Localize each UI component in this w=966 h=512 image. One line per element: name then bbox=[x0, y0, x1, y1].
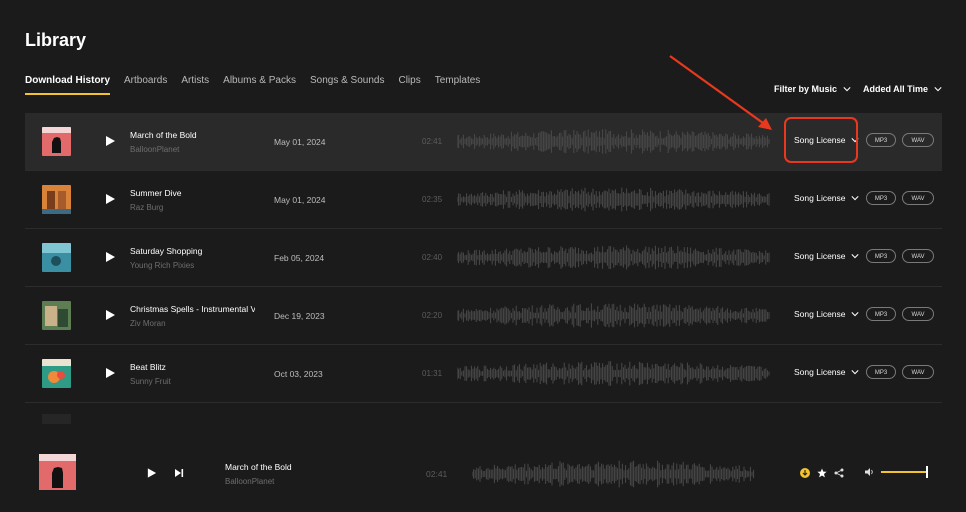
play-icon[interactable] bbox=[104, 251, 116, 263]
mp3-download-button[interactable]: MP3 bbox=[866, 191, 896, 205]
volume-icon[interactable] bbox=[864, 467, 875, 477]
track-duration: 02:41 bbox=[422, 137, 443, 146]
play-icon[interactable] bbox=[104, 135, 116, 147]
tab-download-history[interactable]: Download History bbox=[25, 75, 111, 95]
waveform[interactable] bbox=[457, 302, 771, 329]
next-row-fade bbox=[42, 414, 71, 424]
track-artist[interactable]: Ziv Moran bbox=[130, 319, 255, 328]
song-license-dropdown[interactable]: Song License bbox=[794, 309, 859, 319]
track-duration: 02:20 bbox=[422, 311, 443, 320]
player-track-title[interactable]: March of the Bold bbox=[225, 462, 292, 472]
wav-download-button[interactable]: WAV bbox=[902, 133, 934, 147]
added-time-label: Added All Time bbox=[862, 84, 928, 94]
audio-player-bar: March of the Bold BalloonPlanet 02:41 bbox=[0, 440, 966, 512]
wav-download-button[interactable]: WAV bbox=[902, 249, 934, 263]
player-waveform[interactable] bbox=[472, 459, 756, 489]
annotation-highlight-box bbox=[784, 117, 858, 163]
track-row[interactable]: Beat Blitz Sunny Fruit Oct 03, 2023 01:3… bbox=[25, 345, 942, 403]
track-row[interactable]: Christmas Spells - Instrumental V Ziv Mo… bbox=[25, 287, 942, 345]
tab-albums-packs[interactable]: Albums & Packs bbox=[223, 75, 296, 95]
tab-artists[interactable]: Artists bbox=[181, 75, 209, 95]
next-track-icon[interactable] bbox=[174, 468, 184, 478]
filter-by-music-label: Filter by Music bbox=[773, 84, 837, 94]
wav-download-button[interactable]: WAV bbox=[902, 307, 934, 321]
volume-slider-handle[interactable] bbox=[926, 466, 928, 478]
tab-templates[interactable]: Templates bbox=[435, 75, 481, 95]
cover-art bbox=[42, 185, 71, 214]
track-duration: 02:35 bbox=[422, 195, 443, 204]
tab-clips[interactable]: Clips bbox=[398, 75, 420, 95]
chevron-down-icon bbox=[850, 196, 859, 201]
download-date: Oct 03, 2023 bbox=[274, 369, 323, 379]
song-license-dropdown[interactable]: Song License bbox=[794, 251, 859, 261]
download-date: May 01, 2024 bbox=[274, 137, 326, 147]
tab-songs-sounds[interactable]: Songs & Sounds bbox=[310, 75, 385, 95]
mp3-download-button[interactable]: MP3 bbox=[866, 133, 896, 147]
track-duration: 02:40 bbox=[422, 253, 443, 262]
wav-download-button[interactable]: WAV bbox=[902, 191, 934, 205]
chevron-down-icon bbox=[850, 370, 859, 375]
download-icon[interactable] bbox=[800, 468, 810, 478]
chevron-down-icon bbox=[843, 87, 851, 92]
track-row[interactable]: Saturday Shopping Young Rich Pixies Feb … bbox=[25, 229, 942, 287]
play-icon[interactable] bbox=[104, 367, 116, 379]
track-title[interactable]: Saturday Shopping bbox=[130, 246, 255, 256]
license-label: Song License bbox=[794, 251, 846, 261]
waveform[interactable] bbox=[457, 186, 771, 213]
filter-by-music-dropdown[interactable]: Filter by Music bbox=[774, 84, 851, 94]
wav-download-button[interactable]: WAV bbox=[902, 365, 934, 379]
license-label: Song License bbox=[794, 309, 846, 319]
player-cover-art bbox=[39, 454, 76, 490]
play-icon[interactable] bbox=[104, 309, 116, 321]
mp3-download-button[interactable]: MP3 bbox=[866, 365, 896, 379]
download-date: Dec 19, 2023 bbox=[274, 311, 325, 321]
chevron-down-icon bbox=[850, 254, 859, 259]
song-license-dropdown[interactable]: Song License bbox=[794, 193, 859, 203]
star-icon[interactable] bbox=[817, 468, 827, 478]
download-date: May 01, 2024 bbox=[274, 195, 326, 205]
track-artist[interactable]: Young Rich Pixies bbox=[130, 261, 255, 270]
cover-art bbox=[42, 127, 71, 156]
player-track-artist[interactable]: BalloonPlanet bbox=[225, 477, 292, 486]
added-time-dropdown[interactable]: Added All Time bbox=[863, 84, 942, 94]
song-license-dropdown[interactable]: Song License bbox=[794, 367, 859, 377]
download-date: Feb 05, 2024 bbox=[274, 253, 325, 263]
cover-art bbox=[42, 359, 71, 388]
track-title[interactable]: Summer Dive bbox=[130, 188, 255, 198]
track-artist[interactable]: BalloonPlanet bbox=[130, 145, 255, 154]
license-label: Song License bbox=[794, 367, 846, 377]
volume-control[interactable] bbox=[864, 466, 928, 478]
track-title[interactable]: Beat Blitz bbox=[130, 362, 255, 372]
license-label: Song License bbox=[794, 193, 846, 203]
track-artist[interactable]: Raz Burg bbox=[130, 203, 255, 212]
page-title: Library bbox=[25, 30, 87, 50]
track-duration: 01:31 bbox=[422, 369, 443, 378]
tab-artboards[interactable]: Artboards bbox=[124, 75, 167, 95]
mp3-download-button[interactable]: MP3 bbox=[866, 249, 896, 263]
cover-art bbox=[42, 243, 71, 272]
cover-art bbox=[42, 301, 71, 330]
track-title[interactable]: Christmas Spells - Instrumental V bbox=[130, 304, 255, 314]
waveform[interactable] bbox=[457, 360, 771, 387]
volume-slider[interactable] bbox=[881, 466, 928, 478]
filter-bar: Filter by Music Added All Time bbox=[774, 84, 942, 94]
play-icon[interactable] bbox=[104, 193, 116, 205]
waveform[interactable] bbox=[457, 244, 771, 271]
track-title[interactable]: March of the Bold bbox=[130, 130, 255, 140]
tab-bar: Download History Artboards Artists Album… bbox=[25, 75, 494, 95]
player-play-icon[interactable] bbox=[146, 467, 157, 479]
track-artist[interactable]: Sunny Fruit bbox=[130, 377, 255, 386]
chevron-down-icon bbox=[850, 312, 859, 317]
annotation-arrow-icon bbox=[669, 55, 772, 130]
chevron-down-icon bbox=[934, 87, 942, 92]
share-icon[interactable] bbox=[834, 468, 844, 478]
player-duration: 02:41 bbox=[426, 469, 448, 479]
mp3-download-button[interactable]: MP3 bbox=[866, 307, 896, 321]
track-row[interactable]: Summer Dive Raz Burg May 01, 2024 02:35 … bbox=[25, 171, 942, 229]
